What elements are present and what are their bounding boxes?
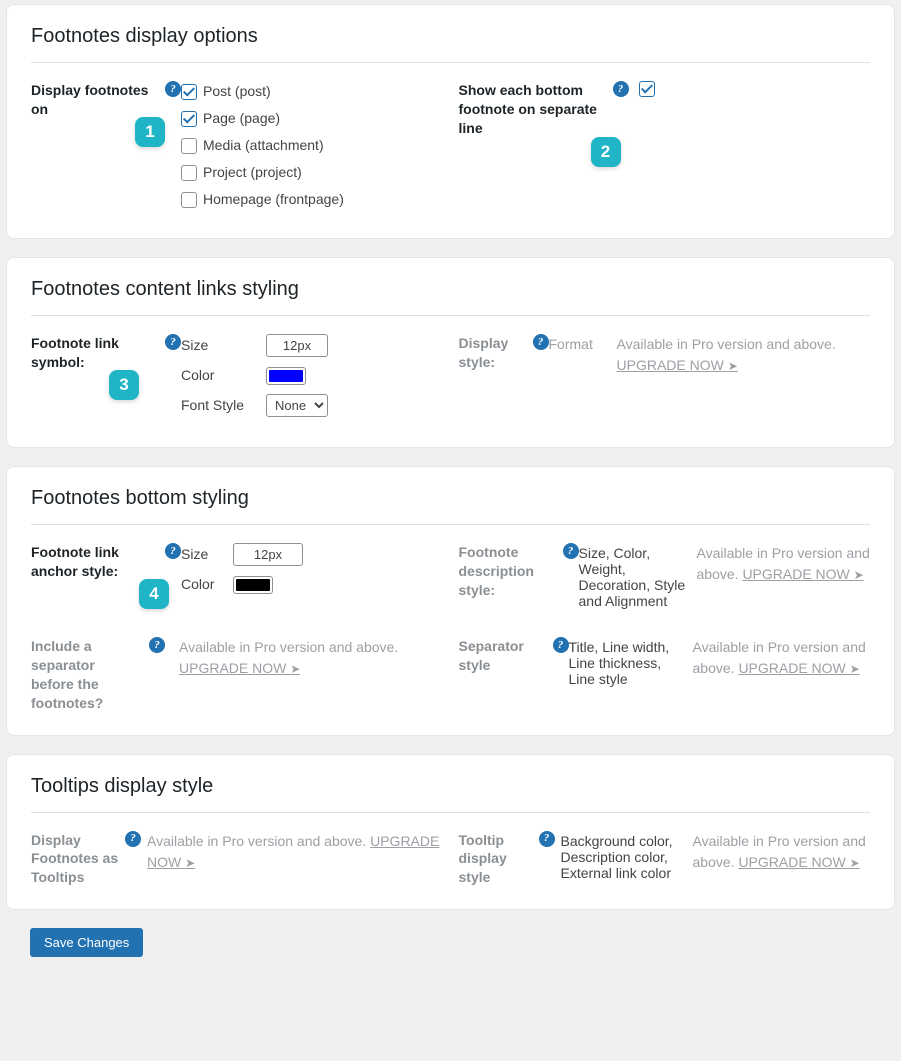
post-type-checkbox-row: Media (attachment) [181,135,443,156]
pro-upgrade-text: Available in Pro version and above. UPGR… [689,637,871,713]
arrow-icon: ➤ [850,662,860,676]
section-title: Footnotes bottom styling [31,487,870,510]
callout-badge-3: 3 [109,370,139,400]
footnote-link-symbol-label: Footnote link symbol: ? 3 [31,334,181,425]
save-changes-button[interactable]: Save Changes [30,928,143,957]
tooltips-display-style-panel: Tooltips display style Display Footnotes… [6,754,895,911]
divider [31,315,870,316]
post-type-checkbox-row: Homepage (frontpage) [181,189,443,210]
post-type-label: Homepage (frontpage) [203,189,344,210]
post-type-label: Post (post) [203,81,271,102]
show-each-separate-line-checkbox[interactable] [639,81,655,97]
footnotes-bottom-styling-panel: Footnotes bottom styling Footnote link a… [6,466,895,736]
upgrade-now-link[interactable]: UPGRADE NOW ➤ [742,566,863,582]
pro-upgrade-text: Available in Pro version and above. UPGR… [689,831,871,888]
post-type-checkbox-row: Project (project) [181,162,443,183]
tooltip-display-style-label: Tooltip display style ? [459,831,549,888]
separator-sublabel: Title, Line width, Line thickness, Line … [569,637,689,713]
post-type-checkbox[interactable] [181,138,197,154]
include-separator-label: Include a separator before the footnotes… [31,637,151,713]
pro-upgrade-text: Available in Pro version and above. UPGR… [151,637,443,713]
arrow-icon: ➤ [290,662,300,676]
color-picker[interactable] [233,576,273,594]
section-title: Footnotes display options [31,25,870,48]
arrow-icon: ➤ [854,568,864,582]
footnote-link-anchor-style-label: Footnote link anchor style: ? 4 [31,543,181,609]
size-input[interactable] [233,543,303,566]
help-icon[interactable]: ? [165,543,181,559]
upgrade-now-link[interactable]: UPGRADE NOW ➤ [179,660,300,676]
section-title: Tooltips display style [31,775,870,798]
color-picker[interactable] [266,367,306,385]
tooltip-sublabel: Background color, Description color, Ext… [549,831,689,888]
size-input[interactable] [266,334,328,357]
post-type-checkbox[interactable] [181,111,197,127]
footnote-description-style-label: Footnote description style: ? [459,543,579,609]
divider [31,524,870,525]
footnotes-content-links-styling-panel: Footnotes content links styling Footnote… [6,257,895,448]
help-icon[interactable]: ? [165,81,181,97]
separator-style-label: Separator style ? [459,637,569,713]
help-icon[interactable]: ? [149,637,165,653]
post-types-checkbox-list: Post (post) Page (page) Media (attachment)… [181,81,443,216]
arrow-icon: ➤ [850,856,860,870]
upgrade-now-link[interactable]: UPGRADE NOW ➤ [738,854,859,870]
size-label: Size [181,335,256,356]
post-type-checkbox[interactable] [181,84,197,100]
color-label: Color [181,365,256,386]
help-icon[interactable]: ? [533,334,549,350]
post-type-checkbox-row: Post (post) [181,81,443,102]
help-icon[interactable]: ? [563,543,579,559]
font-style-select[interactable]: None [266,394,328,417]
callout-badge-4: 4 [139,579,169,609]
post-type-checkbox[interactable] [181,192,197,208]
upgrade-now-link[interactable]: UPGRADE NOW ➤ [738,660,859,676]
display-footnotes-on-label: Display footnotes on ? 1 [31,81,181,216]
size-label: Size [181,544,223,565]
help-icon[interactable]: ? [553,637,569,653]
display-footnotes-as-tooltips-label: Display Footnotes as Tooltips ? [31,831,141,888]
description-sublabel: Size, Color, Weight, Decoration, Style a… [579,543,689,609]
format-sublabel: Format [549,334,617,425]
post-type-label: Media (attachment) [203,135,324,156]
help-icon[interactable]: ? [165,334,181,350]
post-type-label: Project (project) [203,162,302,183]
arrow-icon: ➤ [728,359,738,373]
section-title: Footnotes content links styling [31,278,870,301]
help-icon[interactable]: ? [613,81,629,97]
help-icon[interactable]: ? [125,831,141,847]
help-icon[interactable]: ? [539,831,555,847]
pro-upgrade-text: Available in Pro version and above. UPGR… [617,334,871,425]
pro-upgrade-text: Available in Pro version and above. UPGR… [689,543,871,609]
color-label: Color [181,574,223,595]
divider [31,62,870,63]
post-type-checkbox[interactable] [181,165,197,181]
display-style-label: Display style: ? [459,334,549,425]
upgrade-now-link[interactable]: UPGRADE NOW ➤ [617,357,738,373]
callout-badge-2: 2 [591,137,621,167]
arrow-icon: ➤ [185,856,195,870]
divider [31,812,870,813]
pro-upgrade-text: Available in Pro version and above. UPGR… [141,831,443,888]
footnotes-display-options-panel: Footnotes display options Display footno… [6,4,895,239]
show-each-separate-line-label: Show each bottom footnote on separate li… [459,81,629,216]
post-type-label: Page (page) [203,108,280,129]
callout-badge-1: 1 [135,117,165,147]
font-style-label: Font Style [181,395,256,416]
post-type-checkbox-row: Page (page) [181,108,443,129]
